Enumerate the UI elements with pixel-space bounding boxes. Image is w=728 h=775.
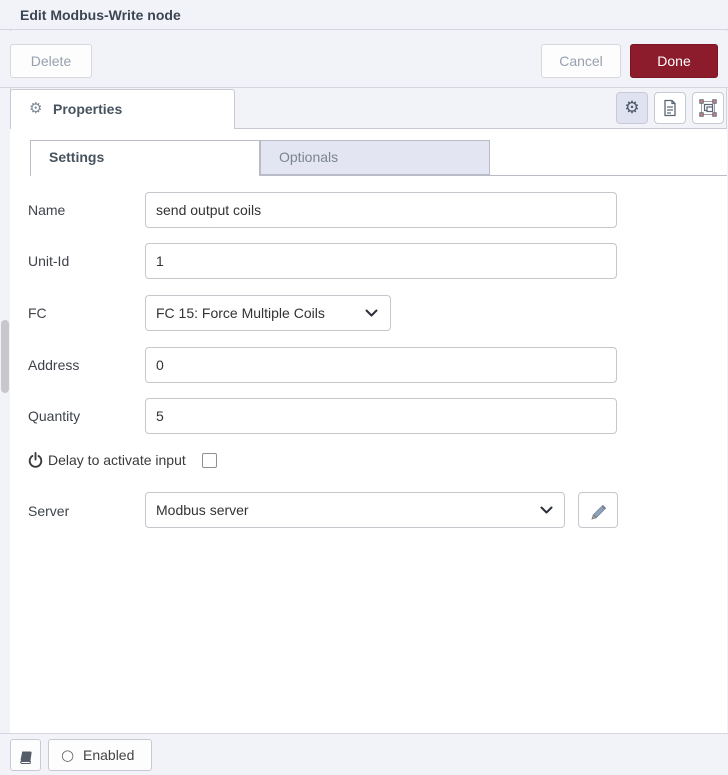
dialog-footer: ○ Enabled bbox=[0, 733, 728, 775]
name-input[interactable] bbox=[145, 192, 617, 228]
address-input[interactable] bbox=[145, 347, 617, 383]
dialog-header: Edit Modbus-Write node bbox=[0, 0, 728, 30]
tab-description-icon-button[interactable] bbox=[654, 92, 686, 124]
done-button[interactable]: Done bbox=[630, 44, 718, 78]
tab-settings[interactable]: Settings bbox=[30, 140, 260, 176]
server-select[interactable]: Modbus server bbox=[145, 492, 565, 528]
tab-optionals[interactable]: Optionals bbox=[260, 140, 490, 175]
fc-label: FC bbox=[28, 305, 47, 321]
edit-server-button[interactable] bbox=[578, 492, 618, 528]
tab-properties-icon-button[interactable]: ⚙ bbox=[616, 92, 648, 124]
enabled-label: Enabled bbox=[83, 747, 135, 763]
gear-icon: ⚙ bbox=[29, 99, 43, 117]
tab-properties[interactable]: ⚙ Properties bbox=[10, 89, 235, 129]
name-label: Name bbox=[28, 202, 66, 218]
tab-settings-label: Settings bbox=[49, 149, 105, 165]
delete-button[interactable]: Delete bbox=[10, 44, 92, 78]
status-circle-icon: ○ bbox=[61, 746, 75, 764]
tab-properties-label: Properties bbox=[53, 101, 123, 117]
fc-select[interactable]: FC 15: Force Multiple Coils bbox=[145, 295, 391, 331]
server-label: Server bbox=[28, 503, 70, 519]
book-icon bbox=[19, 751, 32, 764]
quantity-input[interactable] bbox=[145, 398, 617, 434]
dialog-toolbar: Delete Cancel Done bbox=[0, 31, 728, 88]
unit-id-input[interactable] bbox=[145, 243, 617, 279]
appearance-frame-icon bbox=[699, 99, 717, 117]
power-icon bbox=[28, 452, 43, 468]
node-help-button[interactable] bbox=[10, 739, 41, 771]
tab-optionals-label: Optionals bbox=[279, 149, 339, 165]
document-icon bbox=[664, 99, 676, 117]
edit-node-dialog: Edit Modbus-Write node Delete Cancel Don… bbox=[0, 0, 728, 775]
enabled-toggle-button[interactable]: ○ Enabled bbox=[48, 739, 152, 771]
dialog-title: Edit Modbus-Write node bbox=[20, 7, 181, 23]
unit-id-label: Unit-Id bbox=[28, 253, 70, 269]
delay-label: Delay to activate input bbox=[48, 452, 186, 468]
scrollbar-thumb[interactable] bbox=[1, 320, 9, 393]
delay-checkbox[interactable] bbox=[202, 453, 217, 468]
gear-icon: ⚙ bbox=[624, 98, 640, 118]
cancel-button[interactable]: Cancel bbox=[541, 44, 621, 78]
quantity-label: Quantity bbox=[28, 408, 81, 424]
address-label: Address bbox=[28, 357, 80, 373]
pencil-icon bbox=[590, 504, 606, 520]
tab-appearance-icon-button[interactable] bbox=[692, 92, 724, 124]
